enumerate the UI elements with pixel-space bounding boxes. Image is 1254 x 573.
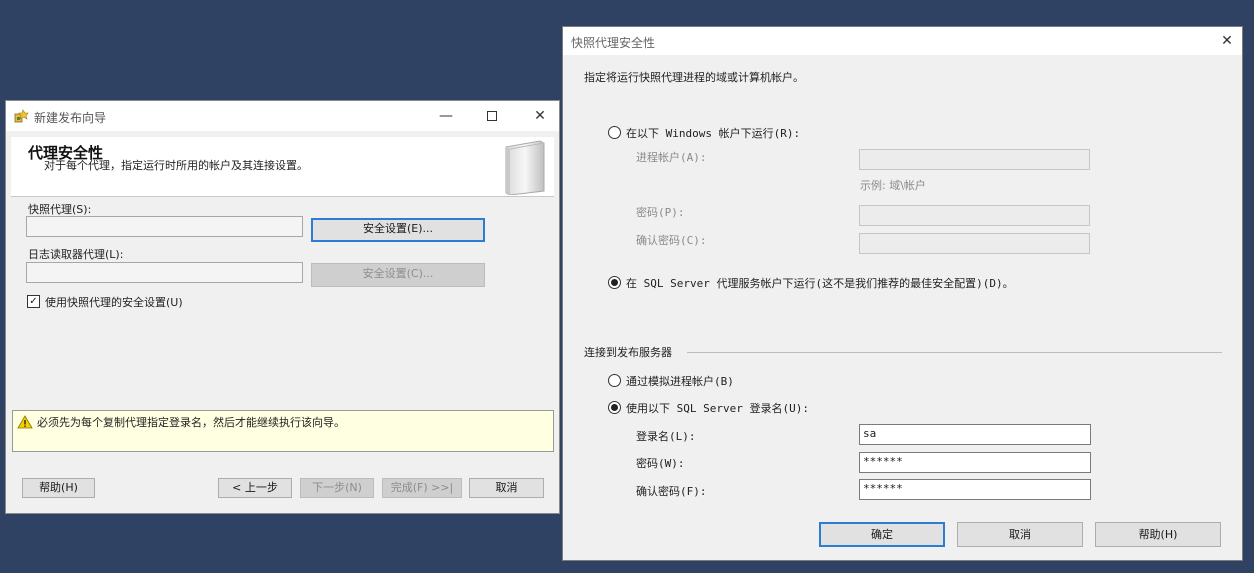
process-account-field[interactable]	[859, 149, 1090, 170]
password-label: 密码(P):	[636, 206, 685, 219]
finish-button[interactable]: 完成(F) >>|	[382, 478, 462, 498]
snapshot-agent-field[interactable]	[26, 216, 303, 237]
process-account-label: 进程帐户(A):	[636, 151, 707, 164]
use-sql-login-radio[interactable]	[608, 401, 621, 414]
use-sql-login-label: 使用以下 SQL Server 登录名(U):	[626, 402, 809, 415]
confirm-password-label: 确认密码(C):	[636, 234, 707, 247]
login-label: 登录名(L):	[636, 430, 696, 443]
back-button[interactable]: < 上一步	[218, 478, 292, 498]
security-settings-button[interactable]: 安全设置(E)...	[311, 218, 485, 242]
page-subtitle: 对于每个代理，指定运行时所用的帐户及其连接设置。	[44, 159, 308, 172]
section-divider	[687, 352, 1222, 353]
ok-button[interactable]: 确定	[819, 522, 945, 547]
snapshot-agent-label: 快照代理(S):	[28, 203, 92, 216]
run-windows-account-radio[interactable]	[608, 126, 621, 139]
confirm-password-field[interactable]	[859, 233, 1090, 254]
close-icon[interactable]: ✕	[528, 105, 552, 127]
run-agent-account-radio[interactable]	[608, 276, 621, 289]
snapshot-agent-security-dialog: 快照代理安全性 ✕ 指定将运行快照代理进程的域或计算机帐户。 在以下 Windo…	[562, 26, 1243, 561]
password-field[interactable]	[859, 205, 1090, 226]
warning-message-box: 必须先为每个复制代理指定登录名，然后才能继续执行该向导。	[12, 410, 554, 452]
use-snapshot-security-checkbox[interactable]: ✓	[27, 295, 40, 308]
run-windows-account-label: 在以下 Windows 帐户下运行(R):	[626, 127, 801, 140]
dialog-title: 快照代理安全性	[571, 36, 656, 50]
log-reader-agent-field[interactable]	[26, 262, 303, 283]
wizard-cancel-button[interactable]: 取消	[469, 478, 544, 498]
dialog-close-icon[interactable]: ✕	[1215, 30, 1239, 52]
run-agent-account-label: 在 SQL Server 代理服务帐户下运行(这不是我们推荐的最佳安全配置)(D…	[626, 277, 1014, 290]
impersonate-radio[interactable]	[608, 374, 621, 387]
log-reader-security-settings-button[interactable]: 安全设置(C)...	[311, 263, 485, 287]
new-publication-wizard-window: 新建发布向导 — ✕ 代理安全性 对于每个代理，指定运行时所用的帐户及其连接设置…	[5, 100, 560, 514]
minimize-icon[interactable]: —	[434, 105, 458, 127]
checkmark-icon: ✓	[29, 296, 38, 307]
log-reader-agent-label: 日志读取器代理(L):	[28, 248, 124, 261]
wizard-title: 新建发布向导	[34, 111, 107, 125]
dialog-titlebar[interactable]	[563, 27, 1242, 55]
next-button[interactable]: 下一步(N)	[300, 478, 374, 498]
wizard-app-icon	[14, 109, 29, 123]
dialog-help-button[interactable]: 帮助(H)	[1095, 522, 1221, 547]
example-text: 示例: 域\帐户	[860, 179, 926, 192]
impersonate-label: 通过模拟进程帐户(B)	[626, 375, 734, 388]
login-input[interactable]: sa	[859, 424, 1091, 445]
sql-confirm-password-input[interactable]: ******	[859, 479, 1091, 500]
sql-confirm-password-label: 确认密码(F):	[636, 485, 707, 498]
wizard-help-button[interactable]: 帮助(H)	[22, 478, 95, 498]
warning-message-text: 必须先为每个复制代理指定登录名，然后才能继续执行该向导。	[37, 416, 345, 429]
warning-icon	[17, 415, 33, 429]
dialog-cancel-button[interactable]: 取消	[957, 522, 1083, 547]
sql-password-input[interactable]: ******	[859, 452, 1091, 473]
sql-password-label: 密码(W):	[636, 457, 685, 470]
wizard-book-icon	[505, 140, 545, 195]
connect-section-label: 连接到发布服务器	[584, 346, 672, 359]
maximize-icon[interactable]	[480, 105, 504, 127]
instruction-text: 指定将运行快照代理进程的域或计算机帐户。	[584, 71, 804, 84]
use-snapshot-security-label: 使用快照代理的安全设置(U)	[45, 296, 183, 309]
